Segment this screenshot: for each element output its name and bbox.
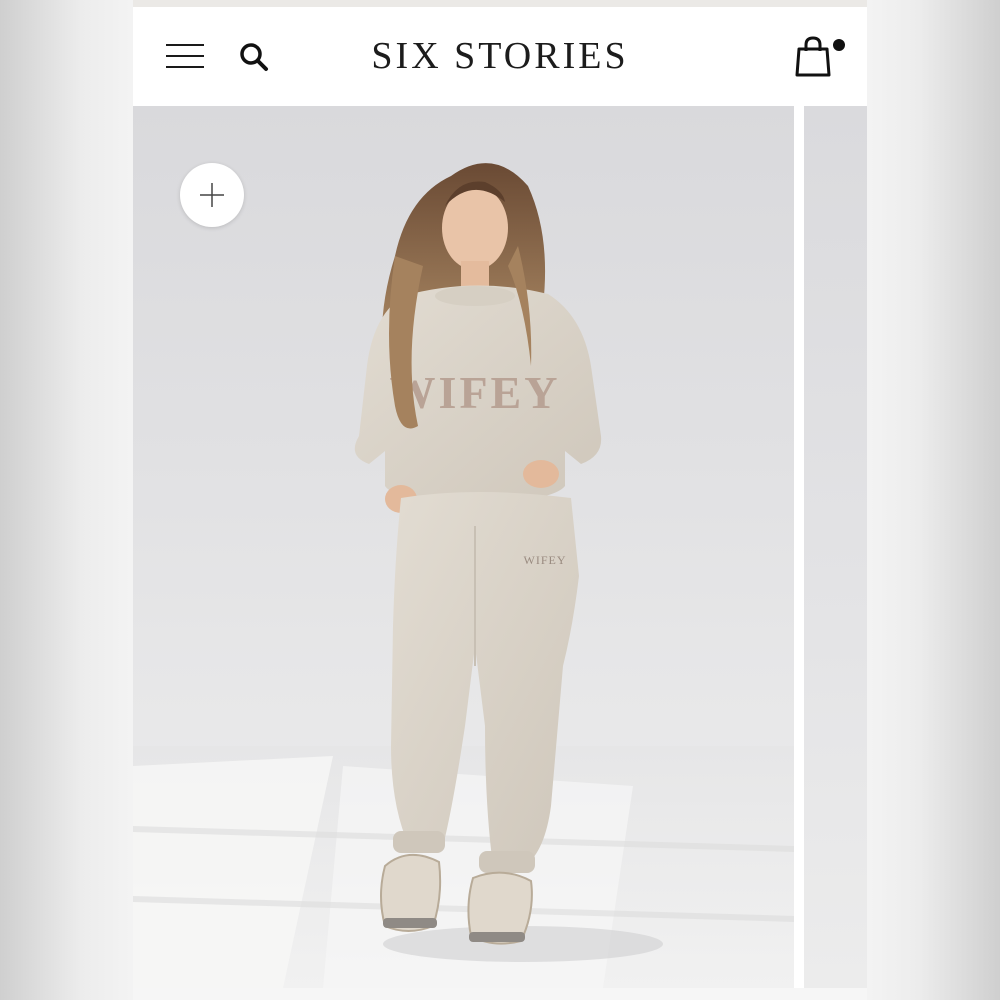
pants-print: WIFEY (524, 553, 567, 567)
plus-icon (200, 183, 224, 207)
cart-badge-dot (833, 39, 845, 51)
shopping-bag-icon (795, 36, 831, 77)
cart-button[interactable] (793, 35, 849, 81)
product-image-main[interactable]: WIFEY WIFEY (133, 106, 794, 988)
gallery-gutter (794, 106, 804, 988)
phone-frame: SIX STORIES WIFEY WIFEY (133, 0, 867, 1000)
product-photo: WIFEY WIFEY (133, 163, 794, 988)
brand-logo[interactable]: SIX STORIES (313, 31, 687, 81)
add-to-cart-plus-button[interactable] (180, 163, 244, 227)
site-header: SIX STORIES (133, 7, 867, 106)
product-image-next-peek[interactable] (804, 106, 867, 988)
hamburger-menu-icon[interactable] (166, 43, 204, 71)
sweatshirt-print: WIFEY (390, 367, 561, 418)
bottom-strip (133, 988, 867, 1000)
search-icon[interactable] (237, 40, 271, 74)
status-strip (133, 0, 867, 7)
